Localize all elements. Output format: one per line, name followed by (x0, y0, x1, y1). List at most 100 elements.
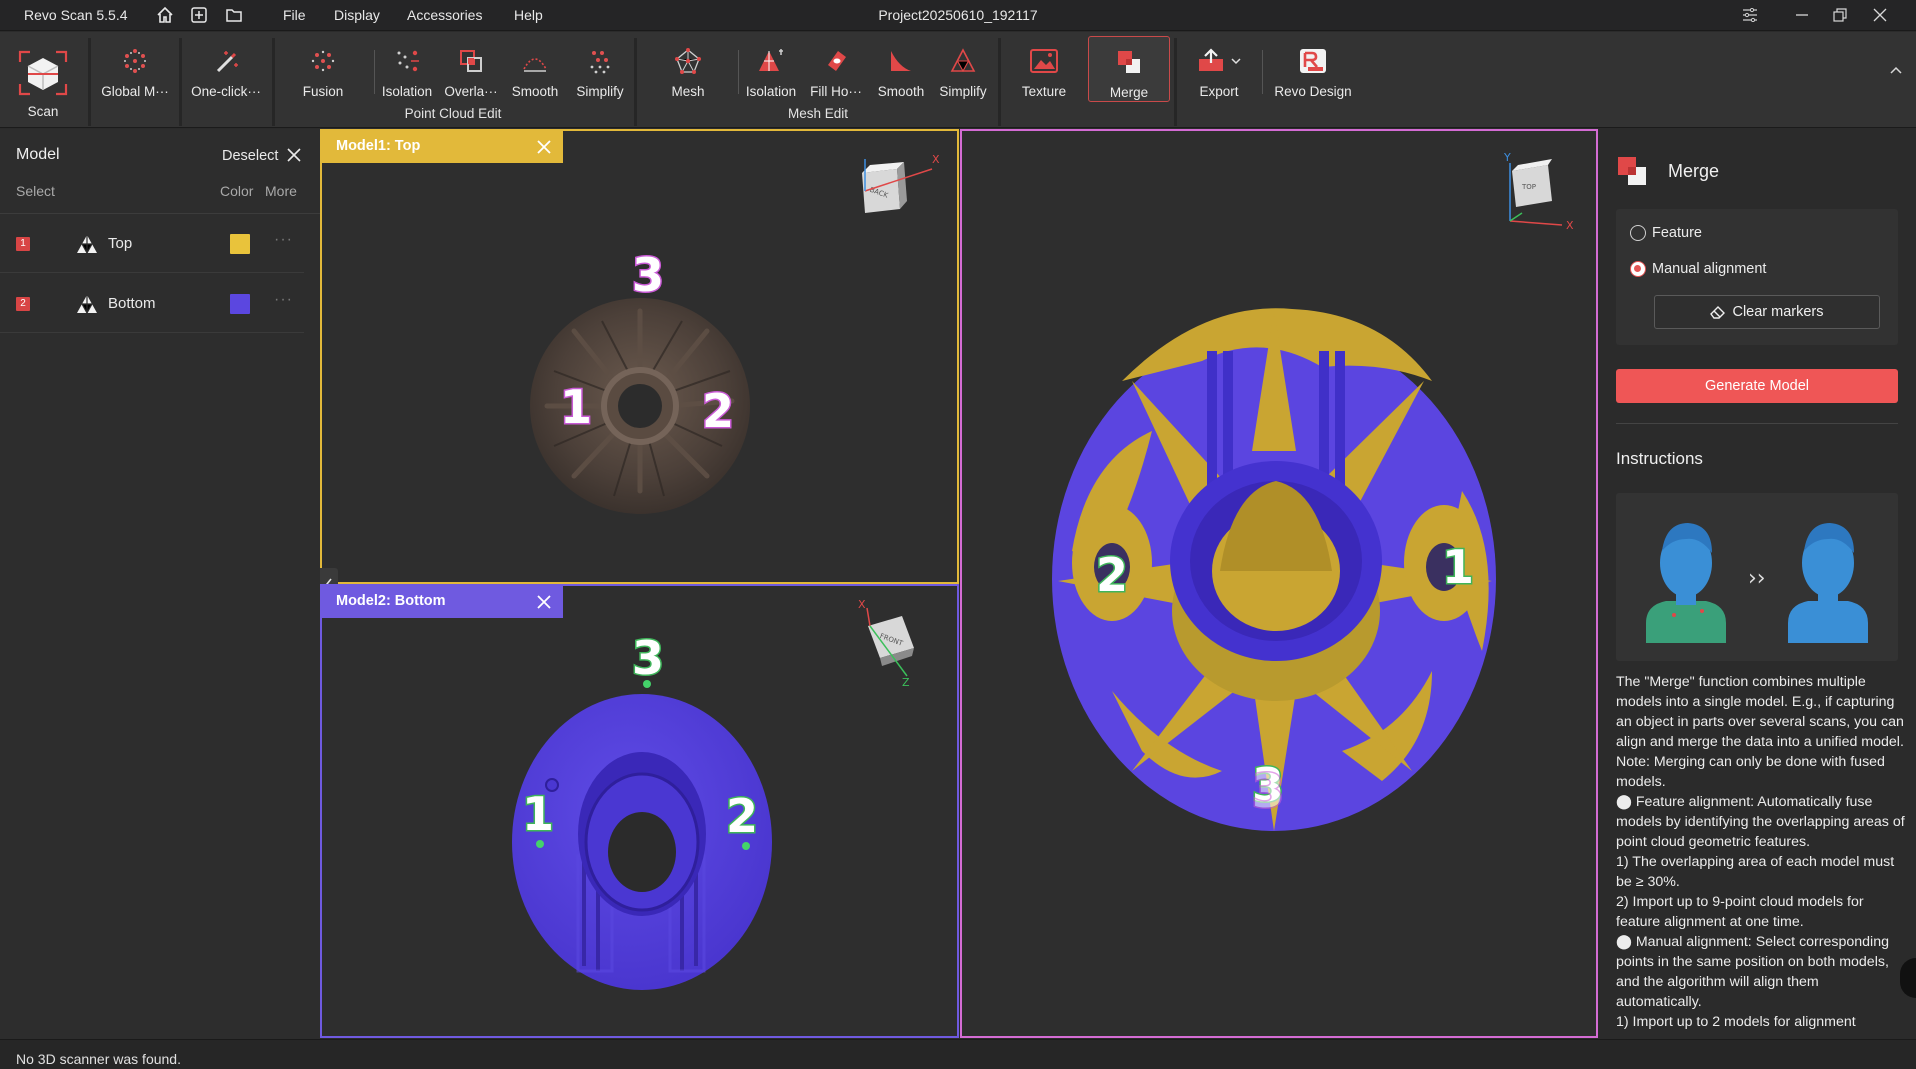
magic-wand-icon (210, 44, 242, 78)
status-text: No 3D scanner was found. (16, 1051, 181, 1067)
revo-design-icon (1297, 44, 1329, 78)
texture-icon (1028, 44, 1060, 78)
collapse-ribbon-icon[interactable] (1888, 62, 1908, 82)
mesh-isolation-icon (755, 44, 787, 78)
scan-cube-icon (16, 46, 70, 100)
merge-label: Merge (1109, 85, 1149, 100)
viewport-model2[interactable]: Model2: Bottom FRONT X Z 1 2 3 (320, 584, 959, 1038)
model-color-swatch[interactable] (230, 234, 250, 254)
texture-button[interactable]: Texture (1008, 36, 1080, 102)
feature-radio-label[interactable]: Feature (1652, 225, 1702, 241)
model-name: Bottom (108, 295, 156, 312)
merge-panel: Merge Feature Manual alignment Clear mar… (1600, 129, 1916, 1039)
merge-button[interactable]: Merge (1088, 36, 1170, 102)
marker-2[interactable]: 2 (1095, 547, 1130, 604)
mesh-smooth-button[interactable]: Smooth (870, 36, 932, 102)
marker-1[interactable]: 1 (559, 379, 594, 436)
manual-alignment-radio-label[interactable]: Manual alignment (1652, 261, 1766, 277)
global-markers-button[interactable]: Global M··· (96, 36, 174, 102)
marker-3[interactable]: 3 (631, 247, 666, 304)
menu-file[interactable]: File (283, 7, 306, 23)
pc-smooth-icon (519, 44, 551, 78)
revo-design-button[interactable]: Revo Design (1268, 36, 1358, 102)
pc-smooth-label: Smooth (511, 84, 559, 99)
scan-label: Scan (27, 104, 59, 119)
manual-alignment-radio[interactable] (1630, 261, 1646, 277)
model-row-bottom[interactable]: 2 Bottom ··· (0, 275, 304, 333)
deselect-button[interactable]: Deselect (222, 148, 278, 164)
instruction-paragraph: 2) Import up to 9-point cloud models for… (1616, 894, 1864, 930)
model-row-top[interactable]: 1 Top ··· (0, 215, 304, 273)
more-options-icon[interactable]: ··· (274, 291, 293, 309)
global-markers-icon (119, 44, 151, 78)
open-folder-icon[interactable] (223, 4, 245, 26)
home-icon[interactable] (154, 4, 176, 26)
clear-markers-label: Clear markers (1732, 304, 1824, 320)
model-index-badge: 2 (16, 297, 30, 311)
instructions-text: The "Merge" function combines multiple m… (1616, 672, 1906, 1032)
mesh-smooth-label: Smooth (877, 84, 925, 99)
mesh-smooth-icon (885, 44, 917, 78)
marker-3-top[interactable]: 3 (1251, 763, 1286, 820)
deselect-close-icon[interactable] (285, 146, 303, 164)
marker-1[interactable]: 1 (521, 786, 556, 843)
menu-accessories[interactable]: Accessories (407, 7, 482, 23)
mesh-button[interactable]: Mesh (656, 36, 720, 102)
export-icon (1195, 44, 1243, 78)
mesh-model-icon (76, 234, 98, 255)
pc-smooth-button[interactable]: Smooth (504, 36, 566, 102)
generate-model-button[interactable]: Generate Model (1616, 369, 1898, 403)
pc-isolation-label: Isolation (381, 84, 433, 99)
axis-x-label: X (932, 153, 940, 166)
menu-help[interactable]: Help (514, 7, 543, 23)
axis-y-label: Y (1503, 151, 1511, 164)
viewport-merged[interactable]: TOP Y X 2 3 3 1 (960, 129, 1598, 1038)
orientation-cube[interactable]: FRONT X Z (858, 598, 914, 689)
app-title: Revo Scan 5.5.4 (24, 7, 128, 23)
one-click-button[interactable]: One-click··· (186, 36, 266, 102)
mesh-model-icon (76, 294, 98, 315)
model-panel: Model Deselect Select Color More 1 Top ·… (0, 129, 320, 1039)
fill-holes-button[interactable]: Fill Ho··· (804, 36, 868, 102)
title-bar: Revo Scan 5.5.4 File Display Accessories… (0, 0, 1916, 31)
restore-button[interactable] (1824, 3, 1856, 27)
scan-button[interactable]: Scan (8, 36, 78, 124)
feature-radio[interactable] (1630, 225, 1646, 241)
more-column-header: More (265, 183, 297, 199)
marker-2[interactable]: 2 (725, 788, 760, 845)
overlap-icon (455, 44, 487, 78)
instruction-paragraph: 1) Import up to 2 models for alignment (1616, 1014, 1856, 1030)
instruction-paragraph: ⬤ Manual alignment: Select corresponding… (1616, 934, 1889, 1010)
marker-2[interactable]: 2 (701, 383, 736, 440)
texture-label: Texture (1021, 84, 1067, 99)
mesh-isolation-button[interactable]: Isolation (740, 36, 802, 102)
mesh-simplify-icon (947, 44, 979, 78)
settings-icon[interactable] (1734, 3, 1766, 27)
model-panel-title: Model (16, 146, 60, 163)
mesh-simplify-button[interactable]: Simplify (932, 36, 994, 102)
color-column-header: Color (220, 183, 254, 199)
marker-3[interactable]: 3 (631, 630, 666, 687)
viewport-model1[interactable]: Model1: Top BACK X 1 2 3 (320, 129, 959, 584)
orientation-cube[interactable]: TOP Y X (1503, 151, 1574, 232)
new-project-icon[interactable] (188, 4, 210, 26)
pc-overlap-button[interactable]: Overla··· (440, 36, 502, 102)
one-click-label: One-click··· (191, 84, 261, 99)
close-window-button[interactable] (1864, 3, 1896, 27)
fusion-button[interactable]: Fusion (290, 36, 356, 102)
marker-1[interactable]: 1 (1441, 539, 1476, 596)
model-color-swatch[interactable] (230, 294, 250, 314)
model-name: Top (108, 235, 133, 252)
pc-isolation-button[interactable]: Isolation (376, 36, 438, 102)
orientation-cube[interactable]: BACK X (862, 153, 940, 213)
clear-markers-button[interactable]: Clear markers (1654, 295, 1880, 329)
fill-holes-icon (820, 44, 852, 78)
instruction-paragraph: The "Merge" function combines multiple m… (1616, 674, 1904, 790)
export-button[interactable]: Export (1184, 36, 1254, 102)
mesh-icon (672, 44, 704, 78)
pc-simplify-button[interactable]: Simplify (568, 36, 632, 102)
more-options-icon[interactable]: ··· (274, 231, 293, 249)
menu-display[interactable]: Display (334, 7, 380, 23)
merge-icon (1616, 155, 1648, 187)
minimize-button[interactable] (1786, 3, 1818, 27)
